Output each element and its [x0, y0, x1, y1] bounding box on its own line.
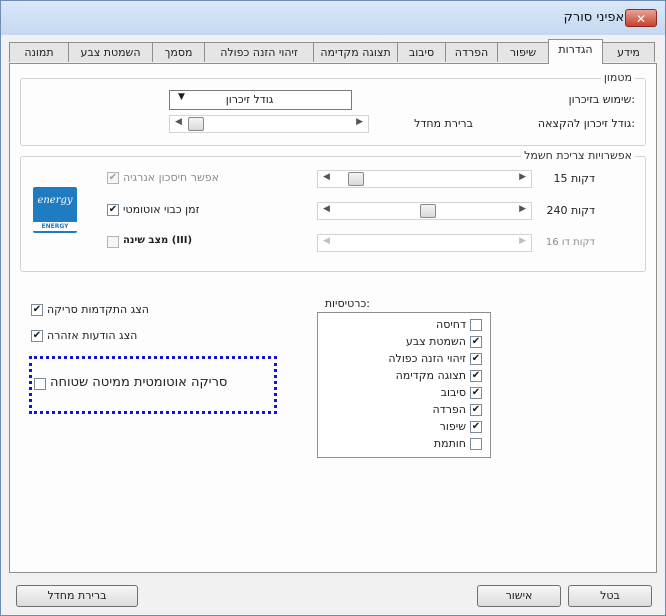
tab-list-checkbox[interactable]: ✔ — [470, 404, 482, 416]
auto-off-checkbox[interactable]: ✔ — [107, 204, 119, 216]
memory-group: מטמון שימוש בזיכרון: גודל זיכרון ▼ גודל … — [20, 71, 646, 146]
tab-info[interactable]: מידע — [602, 42, 655, 62]
window-title: מאפיני סורק — [563, 10, 633, 25]
tab-list-checkbox[interactable]: ✔ — [470, 387, 482, 399]
tab-enhancement[interactable]: שיפור — [497, 42, 549, 62]
tab-double-feed[interactable]: זיהוי הזנה כפולה — [204, 42, 314, 62]
auto-flatbed-label: סריקה אוטומטית ממיטה שטוחה — [50, 375, 228, 390]
tab-color-dropout[interactable]: השמטת צבע — [68, 42, 153, 62]
tab-separation[interactable]: הפרדה — [445, 42, 498, 62]
tab-list-checkbox[interactable]: ✔ — [470, 353, 482, 365]
energy-star-logo: energy ENERGY STAR — [33, 187, 77, 233]
tab-rotation[interactable]: סיבוב — [397, 42, 446, 62]
sleep-mode-slider[interactable]: ◀ ▶ — [317, 234, 532, 252]
settings-panel: מטמון שימוש בזיכרון: גודל זיכרון ▼ גודל … — [9, 63, 657, 573]
energy-saving-checkbox[interactable]: ✔ — [107, 172, 119, 184]
sleep-mode-checkbox[interactable] — [107, 236, 119, 248]
memory-size-label: גודל זיכרון להקצאה: — [537, 117, 635, 130]
tab-list: דחיסה ✔ השמטת צבע ✔ זיהוי הזנה כפולה ✔ תצוג… — [317, 312, 491, 458]
memory-use-select[interactable]: גודל זיכרון ▼ — [169, 90, 352, 110]
slider-left-arrow-icon[interactable]: ◀ — [175, 117, 182, 127]
memory-legend: מטמון — [600, 71, 635, 84]
energy-saving-value: 15 דקות — [553, 172, 595, 185]
show-warnings-checkbox[interactable]: ✔ — [31, 330, 43, 342]
show-scan-progress-checkbox[interactable]: ✔ — [31, 304, 43, 316]
title-bar: מאפיני סורק ✕ — [1, 1, 665, 35]
tab-list-checkbox[interactable]: ✔ — [470, 370, 482, 382]
memory-use-value: גודל זיכרון — [225, 93, 274, 106]
dropdown-arrow-icon: ▼ — [178, 92, 185, 102]
auto-off-value: 240 דקות — [546, 204, 595, 217]
energy-saving-slider[interactable]: ◀ ▶ — [317, 170, 532, 188]
sleep-mode-value: 16 דקות דו — [545, 237, 595, 248]
auto-off-label: זמן כבוי אוטומטי — [123, 203, 200, 216]
energy-saving-label: אפשר חיסכון אנרגיה — [123, 171, 219, 184]
power-group: אפשרויות צריכת חשמל energy ENERGY STAR ✔… — [20, 149, 646, 272]
tab-settings[interactable]: הגדרות — [548, 39, 603, 64]
tab-strip: מידע הגדרות שיפור הפרדה סיבוב תצוגה מקדי… — [9, 39, 657, 64]
close-button[interactable]: ✕ — [625, 9, 657, 27]
slider-right-arrow-icon[interactable]: ▶ — [356, 117, 363, 127]
tab-preview[interactable]: תצוגה מקדימה — [313, 42, 398, 62]
slider-left-arrow-icon[interactable]: ◀ — [323, 236, 330, 246]
ok-button[interactable]: אישור — [477, 585, 561, 607]
sleep-mode-label: מצב שינה (III) — [123, 235, 193, 246]
scanner-properties-window: מאפיני סורק ✕ מידע הגדרות שיפור הפרדה סי… — [0, 0, 666, 616]
cancel-button[interactable]: בטל — [568, 585, 652, 607]
slider-left-arrow-icon[interactable]: ◀ — [323, 204, 330, 214]
auto-off-slider[interactable]: ◀ ▶ — [317, 202, 532, 220]
slider-right-arrow-icon[interactable]: ▶ — [519, 236, 526, 246]
show-warnings-label: הצג הודעות אזהרה — [47, 329, 138, 342]
slider-right-arrow-icon[interactable]: ▶ — [519, 172, 526, 182]
tab-list-checkbox[interactable] — [470, 438, 482, 450]
memory-size-value: ברירת מחדל — [414, 117, 473, 130]
slider-thumb[interactable] — [420, 204, 436, 218]
defaults-button[interactable]: ברירת מחדל — [16, 585, 138, 607]
tab-list-checkbox[interactable] — [470, 319, 482, 331]
tab-document[interactable]: מסמך — [152, 42, 205, 62]
slider-left-arrow-icon[interactable]: ◀ — [323, 172, 330, 182]
memory-size-slider[interactable]: ◀ ▶ — [169, 115, 369, 133]
power-legend: אפשרויות צריכת חשמל — [521, 149, 635, 162]
slider-thumb[interactable] — [348, 172, 364, 186]
auto-flatbed-checkbox[interactable] — [34, 378, 46, 390]
show-scan-progress-label: הצג התקדמות סריקה — [47, 303, 149, 316]
tab-list-title: כרטיסיות: — [324, 297, 370, 310]
tab-list-checkbox[interactable]: ✔ — [470, 336, 482, 348]
tab-image[interactable]: תמונה — [9, 42, 69, 62]
tab-list-checkbox[interactable]: ✔ — [470, 421, 482, 433]
slider-thumb[interactable] — [188, 117, 204, 131]
slider-right-arrow-icon[interactable]: ▶ — [519, 204, 526, 214]
memory-use-label: שימוש בזיכרון: — [568, 93, 635, 106]
